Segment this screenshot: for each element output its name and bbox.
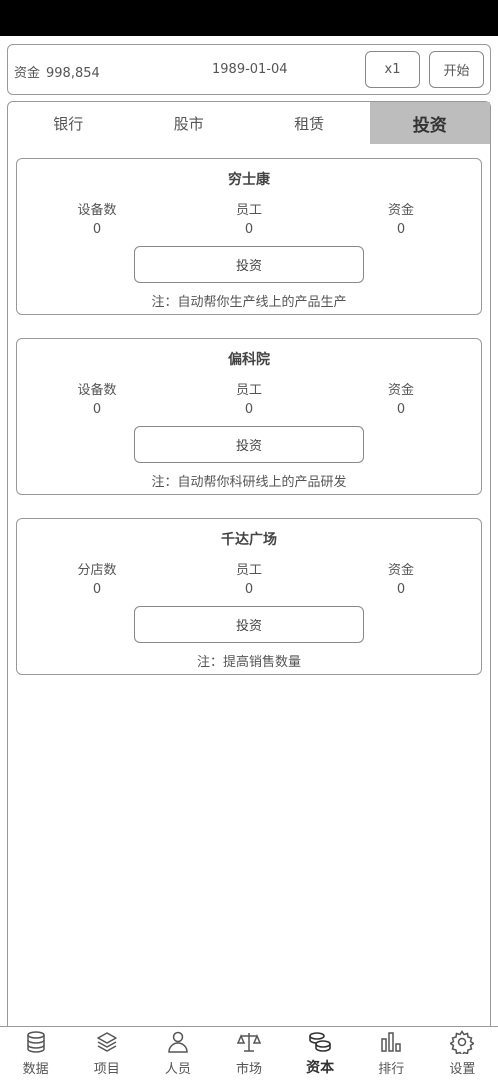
stat-stores: 分店数 0 [47, 559, 147, 599]
card-note: 注：自动帮你科研线上的产品研发 [151, 475, 347, 490]
card-title: 千达广场 [221, 532, 277, 548]
stat-equipment: 设备数 0 [47, 199, 147, 239]
stat-label: 资金 [387, 203, 414, 218]
stat-equipment: 设备数 0 [47, 379, 147, 419]
top-panel: 资金 998,854 1989-01-04 x1 开始 [7, 44, 491, 95]
stat-label: 员工 [235, 203, 262, 218]
tab-stock-market[interactable]: 股市 [129, 102, 250, 144]
investment-card: 穷士康 设备数 0 员工 0 资金 0 投资 注：自动帮你生产线上的产品生产 [16, 158, 482, 315]
stat-funds: 资金 0 [351, 379, 451, 419]
tab-bank[interactable]: 银行 [8, 102, 129, 144]
stat-value: 0 [396, 402, 406, 417]
card-note: 注：自动帮你生产线上的产品生产 [151, 295, 347, 310]
layers-icon [96, 1032, 117, 1052]
stat-label: 设备数 [77, 383, 117, 398]
stat-label: 资金 [387, 563, 414, 578]
stat-employees: 员工 0 [199, 199, 299, 239]
invest-button[interactable]: 投资 [134, 426, 364, 463]
stat-value: 0 [396, 222, 406, 237]
stat-value: 0 [244, 402, 254, 417]
stat-value: 0 [92, 402, 102, 417]
invest-button[interactable]: 投资 [134, 606, 364, 643]
main-panel: 银行 股市 租赁 投资 穷士康 设备数 0 员工 0 资金 0 投资 注：自动帮… [7, 101, 491, 1026]
stat-value: 0 [92, 222, 102, 237]
speed-button[interactable]: x1 [365, 51, 420, 88]
investment-card: 千达广场 分店数 0 员工 0 资金 0 投资 注：提高销售数量 [16, 518, 482, 675]
invest-button[interactable]: 投资 [134, 246, 364, 283]
stat-value: 0 [92, 582, 102, 597]
funds-display: 资金 998,854 [14, 62, 100, 81]
status-bar [0, 0, 498, 36]
bottom-nav: 数据 项目 人员 市场 资本 排行 设置 [0, 1026, 498, 1080]
stat-employees: 员工 0 [199, 559, 299, 599]
stat-label: 分店数 [77, 563, 117, 578]
tab-leasing[interactable]: 租赁 [249, 102, 370, 144]
nav-item-data[interactable]: 数据 [0, 1027, 71, 1080]
stat-label: 员工 [235, 563, 262, 578]
nav-label: 人员 [164, 1062, 191, 1077]
scale-icon [236, 1033, 261, 1052]
nav-label: 项目 [93, 1062, 120, 1077]
nav-item-capital[interactable]: 资本 [285, 1027, 356, 1080]
stat-value: 0 [396, 582, 406, 597]
stat-label: 资金 [387, 383, 414, 398]
nav-item-market[interactable]: 市场 [213, 1027, 284, 1080]
nav-label: 市场 [235, 1062, 262, 1077]
stat-value: 0 [244, 222, 254, 237]
person-icon [168, 1031, 188, 1053]
tab-bar: 银行 股市 租赁 投资 [8, 102, 490, 144]
stat-label: 员工 [235, 383, 262, 398]
card-note: 注：提高销售数量 [196, 655, 301, 670]
funds-value: 998,854 [46, 66, 100, 81]
nav-label: 排行 [378, 1062, 405, 1077]
nav-item-staff[interactable]: 人员 [142, 1027, 213, 1080]
card-title: 穷士康 [228, 172, 270, 188]
game-date: 1989-01-04 [212, 62, 288, 77]
nav-item-ranking[interactable]: 排行 [356, 1027, 427, 1080]
nav-label: 设置 [449, 1062, 476, 1077]
start-button[interactable]: 开始 [429, 51, 484, 88]
tab-investment[interactable]: 投资 [369, 102, 490, 144]
coins-icon [309, 1032, 331, 1052]
stat-employees: 员工 0 [199, 379, 299, 419]
stat-funds: 资金 0 [351, 199, 451, 239]
nav-label: 资本 [306, 1060, 335, 1076]
database-icon [26, 1031, 45, 1053]
gear-icon [450, 1030, 475, 1054]
stat-value: 0 [244, 582, 254, 597]
nav-item-settings[interactable]: 设置 [427, 1027, 498, 1080]
stat-funds: 资金 0 [351, 559, 451, 599]
bar-chart-icon [381, 1032, 402, 1052]
stat-label: 设备数 [77, 203, 117, 218]
nav-item-projects[interactable]: 项目 [71, 1027, 142, 1080]
funds-label: 资金 [14, 66, 41, 81]
investment-card: 偏科院 设备数 0 员工 0 资金 0 投资 注：自动帮你科研线上的产品研发 [16, 338, 482, 495]
card-title: 偏科院 [228, 352, 270, 368]
nav-label: 数据 [22, 1062, 49, 1077]
